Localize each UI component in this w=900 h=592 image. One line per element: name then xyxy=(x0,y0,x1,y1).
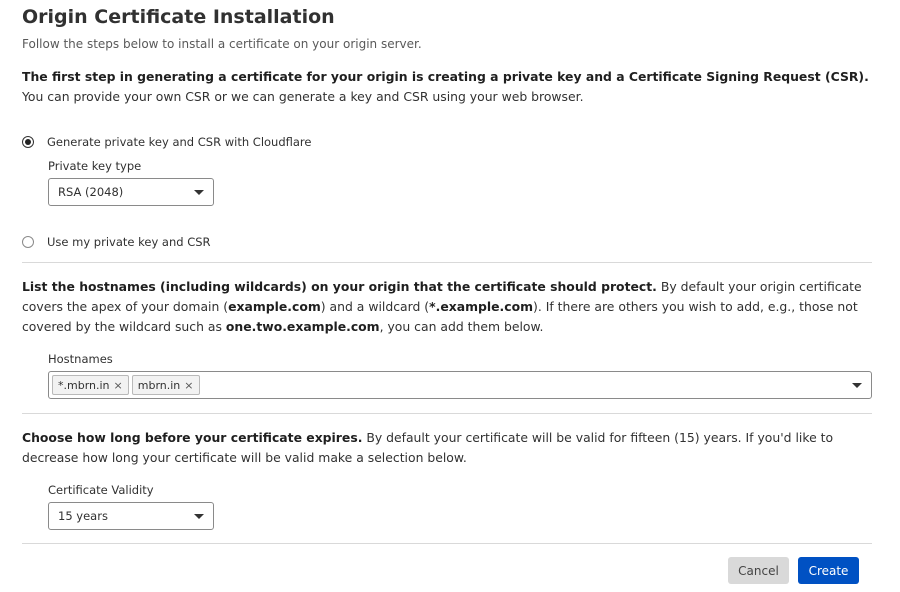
radio-generate-csr-label: Generate private key and CSR with Cloudf… xyxy=(47,135,312,149)
certificate-validity-select[interactable]: 15 years xyxy=(48,502,214,530)
origin-certificate-page: Origin Certificate Installation Follow t… xyxy=(0,0,900,592)
chevron-down-icon xyxy=(194,514,204,519)
create-button[interactable]: Create xyxy=(798,557,859,584)
hostnames-label: Hostnames xyxy=(48,352,113,366)
section-divider xyxy=(22,543,872,544)
radio-own-csr-label: Use my private key and CSR xyxy=(47,235,211,249)
section-divider xyxy=(22,413,872,414)
step2-description: List the hostnames (including wildcards)… xyxy=(22,277,878,337)
page-subtitle: Follow the steps below to install a cert… xyxy=(22,37,422,51)
step2-heading: List the hostnames (including wildcards)… xyxy=(22,279,657,294)
chevron-down-icon[interactable] xyxy=(852,383,862,388)
private-key-type-select[interactable]: RSA (2048) xyxy=(48,178,214,206)
radio-own-csr-control[interactable] xyxy=(22,236,34,248)
page-title: Origin Certificate Installation xyxy=(22,6,335,28)
radio-generate-csr[interactable]: Generate private key and CSR with Cloudf… xyxy=(22,135,311,149)
step3-description: Choose how long before your certificate … xyxy=(22,428,878,468)
hostname-chip: *.mbrn.in × xyxy=(52,375,129,395)
hostname-chip-label: mbrn.in xyxy=(137,378,181,392)
cancel-button[interactable]: Cancel xyxy=(728,557,789,584)
domain-apex: example.com xyxy=(228,299,321,314)
domain-wildcard: *.example.com xyxy=(429,299,533,314)
hostnames-input[interactable]: *.mbrn.in × mbrn.in × xyxy=(48,371,872,399)
radio-selected-dot xyxy=(25,139,31,145)
chevron-down-icon xyxy=(194,190,204,195)
domain-example: one.two.example.com xyxy=(225,319,380,334)
private-key-type-label: Private key type xyxy=(48,159,142,173)
certificate-validity-label: Certificate Validity xyxy=(48,483,154,497)
step3-heading: Choose how long before your certificate … xyxy=(22,430,363,445)
remove-icon[interactable]: × xyxy=(114,379,123,392)
step1-description: The first step in generating a certifica… xyxy=(22,67,878,107)
step2-text: , you can add them below. xyxy=(379,319,544,334)
step1-heading: The first step in generating a certifica… xyxy=(22,69,869,84)
certificate-validity-value: 15 years xyxy=(58,509,108,523)
hostname-chip: mbrn.in × xyxy=(131,375,200,395)
radio-generate-csr-control[interactable] xyxy=(22,136,34,148)
section-divider xyxy=(22,262,872,263)
radio-own-csr[interactable]: Use my private key and CSR xyxy=(22,235,211,249)
step1-text: You can provide your own CSR or we can g… xyxy=(22,89,584,104)
step2-text: ) and a wildcard ( xyxy=(320,299,430,314)
hostname-chip-label: *.mbrn.in xyxy=(58,378,110,392)
private-key-type-value: RSA (2048) xyxy=(58,185,124,199)
remove-icon[interactable]: × xyxy=(184,379,193,392)
